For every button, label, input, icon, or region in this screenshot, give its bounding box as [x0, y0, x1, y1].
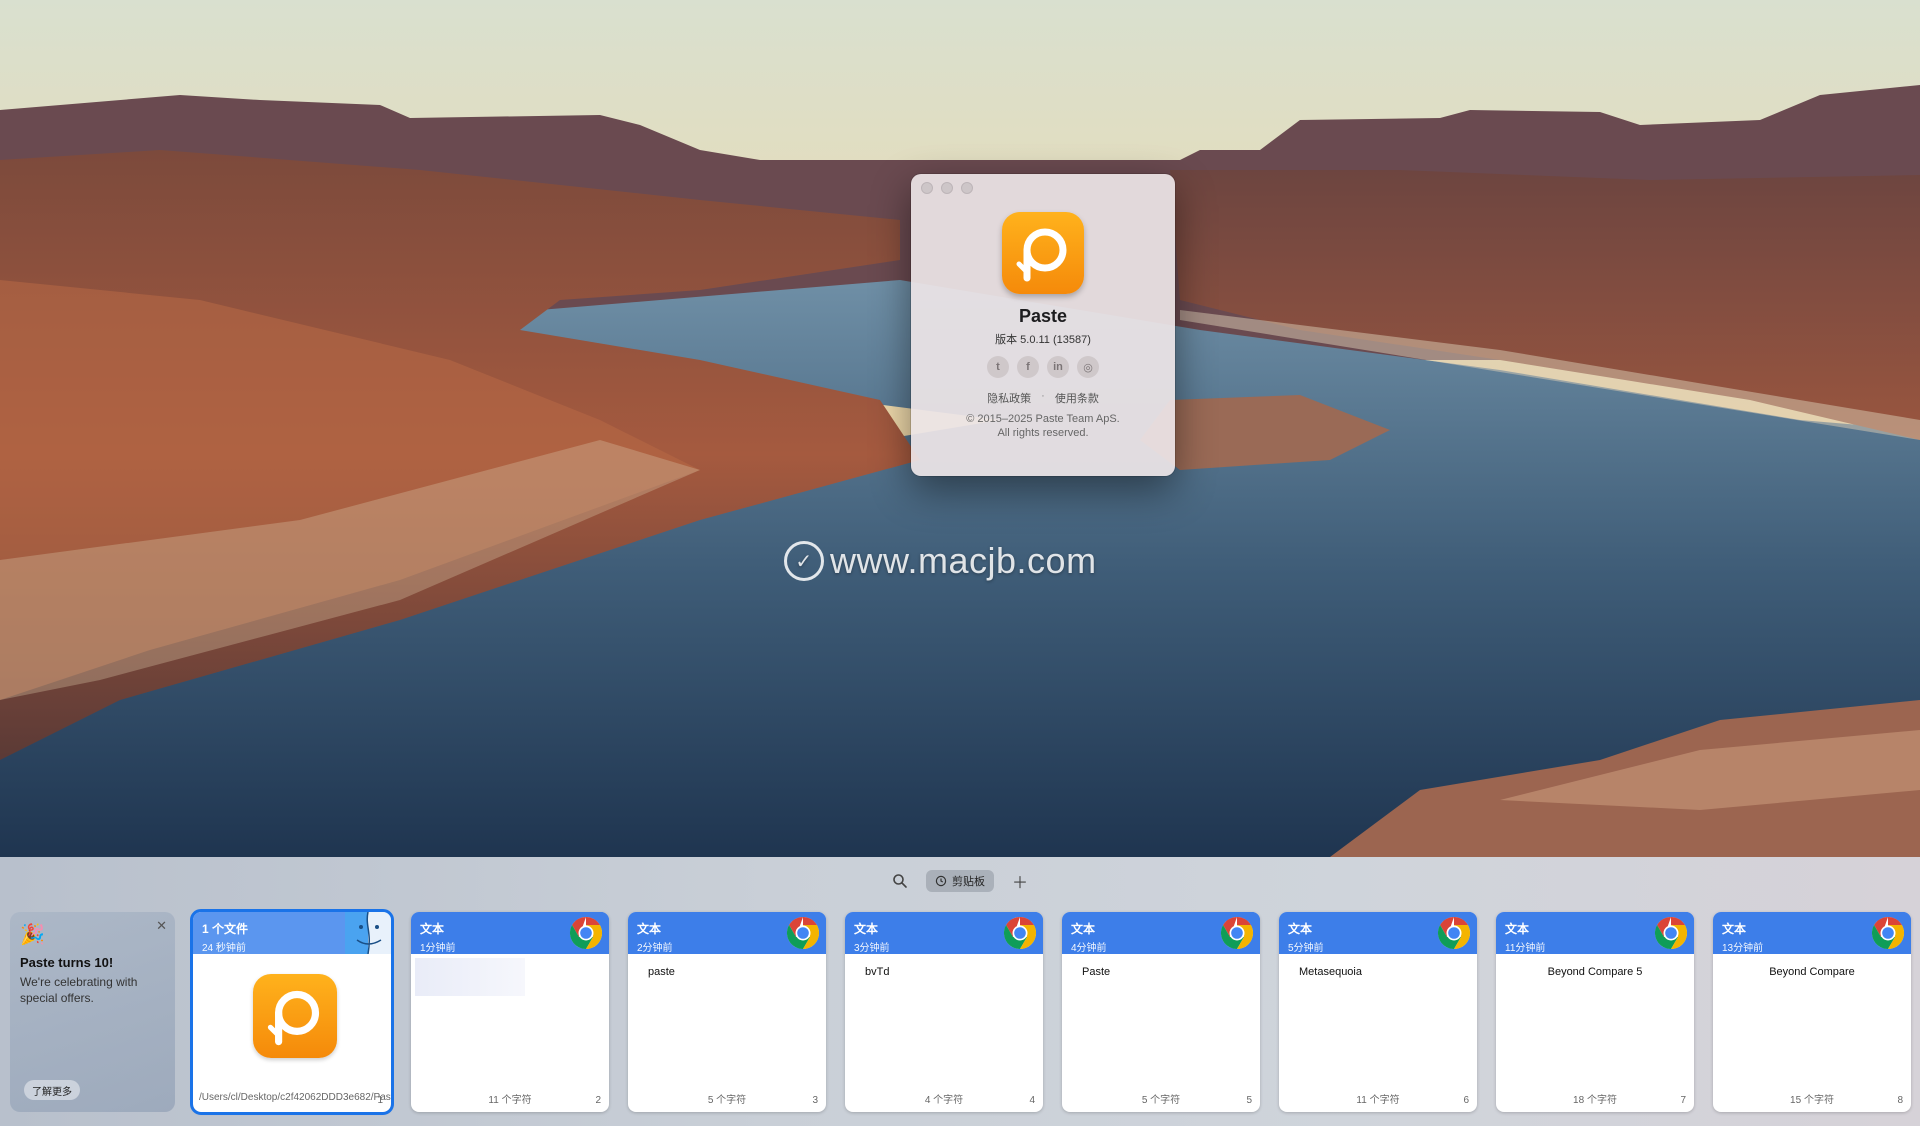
linkedin-icon[interactable]: in	[1047, 356, 1069, 378]
zoom-window-button[interactable]	[961, 182, 973, 194]
promo-title: Paste turns 10!	[20, 955, 114, 970]
dribbble-icon[interactable]: ◎	[1077, 356, 1099, 378]
learn-more-button[interactable]: 了解更多	[24, 1080, 80, 1100]
clipboard-panel: 剪贴板 ＋ 🎉 ✕ Paste turns 10! We're celebrat…	[0, 857, 1920, 1126]
separator: ·	[1041, 390, 1045, 402]
about-window: Paste 版本 5.0.11 (13587) t f in ◎ 隐私政策 · …	[911, 174, 1175, 476]
card-content: Paste	[1082, 966, 1111, 978]
char-count: 5 个字符	[707, 1095, 747, 1106]
chrome-icon	[563, 912, 609, 954]
watermark: ✓ www.macjb.com	[784, 538, 1097, 584]
card-header: 文本 4分钟前	[1062, 912, 1260, 954]
privacy-link[interactable]: 隐私政策	[987, 390, 1031, 406]
card-index: 1	[377, 1095, 383, 1106]
panel-toolbar: 剪贴板 ＋	[0, 869, 1920, 893]
file-path: /Users/cl/Desktop/c2f42062DDD3e682/Paste…	[199, 1092, 391, 1103]
card-content: Metasequoia	[1299, 966, 1362, 978]
clipboard-tab-label: 剪贴板	[952, 876, 985, 888]
promo-subtitle: We're celebrating with special offers.	[20, 975, 138, 1005]
card-body: /Users/cl/Desktop/c2f42062DDD3e682/Paste…	[193, 954, 391, 1112]
card-header: 文本 3分钟前	[845, 912, 1043, 954]
card-header: 文本 11分钟前	[1496, 912, 1694, 954]
chrome-icon	[1214, 912, 1260, 954]
watermark-logo-icon: ✓	[784, 541, 824, 581]
card-header: 文本 5分钟前	[1279, 912, 1477, 954]
card-index: 7	[1680, 1095, 1686, 1106]
legal-links: 隐私政策 · 使用条款	[911, 390, 1175, 406]
plus-icon[interactable]: ＋	[1008, 869, 1032, 893]
chrome-icon	[997, 912, 1043, 954]
paste-app-icon	[1002, 212, 1084, 294]
clip-card-file[interactable]: 1 个文件 24 秒钟前 /Users/cl/Desktop/c2f42062D…	[190, 909, 394, 1115]
terms-link[interactable]: 使用条款	[1055, 390, 1099, 406]
card-content: Beyond Compare	[1769, 966, 1855, 978]
card-index: 4	[1029, 1095, 1035, 1106]
copyright-line-2: All rights reserved.	[997, 427, 1089, 439]
card-content: bvTd	[865, 966, 890, 978]
card-index: 6	[1463, 1095, 1469, 1106]
card-index: 5	[1246, 1095, 1252, 1106]
watermark-text: www.macjb.com	[830, 540, 1097, 581]
app-name: Paste	[1018, 306, 1068, 326]
facebook-icon[interactable]: f	[1017, 356, 1039, 378]
card-header: 文本 2分钟前	[628, 912, 826, 954]
clip-card-text[interactable]: 文本 11分钟前 Beyond Compare 5 18 个字符 7	[1496, 912, 1694, 1112]
char-count: 15 个字符	[1790, 1095, 1834, 1106]
minimize-window-button[interactable]	[941, 182, 953, 194]
char-count: 11 个字符	[488, 1095, 532, 1106]
window-controls	[921, 182, 973, 194]
search-icon[interactable]	[888, 869, 912, 893]
card-body	[411, 954, 609, 1112]
close-icon[interactable]: ✕	[156, 918, 167, 934]
chrome-icon	[1648, 912, 1694, 954]
card-content: paste	[648, 966, 675, 978]
content-preview	[415, 958, 525, 996]
copyright-line-1: © 2015–2025 Paste Team ApS.	[966, 413, 1120, 425]
chrome-icon	[1865, 912, 1911, 954]
paste-app-icon	[253, 974, 337, 1058]
card-index: 3	[812, 1095, 818, 1106]
char-count: 18 个字符	[1573, 1095, 1617, 1106]
clip-card-text[interactable]: 文本 13分钟前 Beyond Compare 15 个字符 8	[1713, 912, 1911, 1112]
chrome-icon	[780, 912, 826, 954]
chrome-icon	[1431, 912, 1477, 954]
finder-icon	[345, 912, 391, 954]
party-popper-icon: 🎉	[20, 924, 45, 946]
card-header: 文本 13分钟前	[1713, 912, 1911, 954]
clipboard-tab[interactable]: 剪贴板	[926, 870, 994, 892]
clip-card-text[interactable]: 文本 5分钟前 Metasequoia 11 个字符 6	[1279, 912, 1477, 1112]
clip-card-text[interactable]: 文本 4分钟前 Paste 5 个字符 5	[1062, 912, 1260, 1112]
card-header: 1 个文件 24 秒钟前	[193, 912, 391, 954]
twitter-icon[interactable]: t	[987, 356, 1009, 378]
history-icon	[935, 875, 947, 887]
card-index: 2	[595, 1095, 601, 1106]
char-count: 11 个字符	[1356, 1095, 1400, 1106]
social-links: t f in ◎	[911, 356, 1175, 378]
clip-card-text[interactable]: 文本 1分钟前 11 个字符 2	[411, 912, 609, 1112]
clip-card-text[interactable]: 文本 2分钟前 paste 5 个字符 3	[628, 912, 826, 1112]
close-window-button[interactable]	[921, 182, 933, 194]
char-count: 5 个字符	[1141, 1095, 1181, 1106]
clip-card-text[interactable]: 文本 3分钟前 bvTd 4 个字符 4	[845, 912, 1043, 1112]
card-header: 文本 1分钟前	[411, 912, 609, 954]
copyright: © 2015–2025 Paste Team ApS. All rights r…	[911, 412, 1175, 440]
card-content: Beyond Compare 5	[1547, 966, 1643, 978]
char-count: 4 个字符	[924, 1095, 964, 1106]
app-version: 版本 5.0.11 (13587)	[995, 334, 1091, 346]
card-index: 8	[1897, 1095, 1903, 1106]
promo-card: 🎉 ✕ Paste turns 10! We're celebrating wi…	[10, 912, 175, 1112]
